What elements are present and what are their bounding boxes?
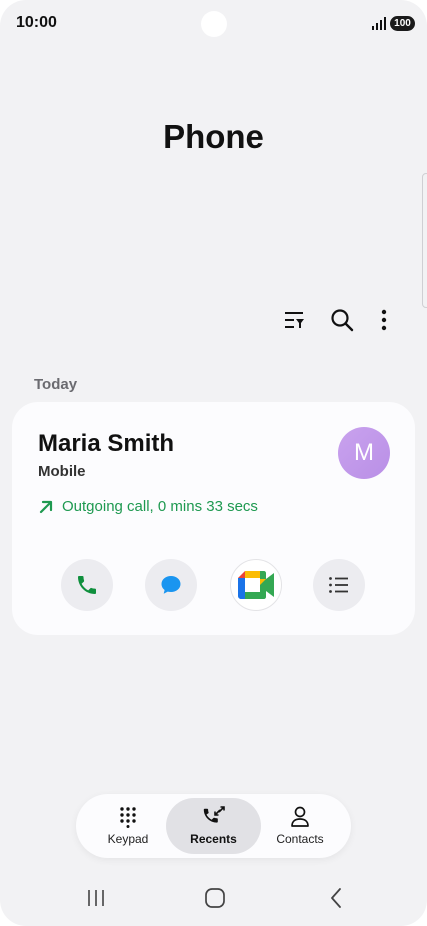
page-title: Phone: [163, 118, 264, 155]
section-header-today: Today: [34, 376, 78, 393]
message-icon: [161, 576, 181, 594]
contact-name: Maria Smith: [38, 430, 175, 457]
status-bar: 10:00 100: [0, 0, 427, 46]
call-detail-text: Outgoing call, 0 mins 33 secs: [62, 498, 258, 515]
call-details-button[interactable]: [313, 559, 365, 611]
call-button[interactable]: [61, 559, 113, 611]
recent-apps-icon: [88, 890, 104, 906]
call-detail: Outgoing call, 0 mins 33 secs: [38, 498, 258, 515]
nav-item-keypad[interactable]: Keypad: [86, 798, 170, 854]
nav-item-contacts[interactable]: Contacts: [259, 798, 341, 854]
more-vert-icon: [381, 309, 387, 331]
filter-icon: [285, 312, 304, 328]
home-button[interactable]: [195, 880, 235, 916]
filter-button[interactable]: [280, 306, 308, 334]
more-options-button[interactable]: [370, 306, 398, 334]
contact-number-type: Mobile: [38, 463, 86, 480]
video-call-button[interactable]: [230, 559, 282, 611]
avatar-initial: M: [354, 439, 374, 466]
details-list-icon: [329, 577, 348, 593]
keypad-icon: [120, 807, 136, 828]
recent-apps-button[interactable]: [76, 880, 116, 916]
nav-item-recents[interactable]: Recents: [166, 798, 261, 854]
avatar[interactable]: M: [338, 427, 390, 479]
battery-indicator: 100: [390, 16, 415, 31]
search-icon: [331, 309, 354, 332]
phone-icon: [78, 576, 96, 594]
camera-cutout: [201, 11, 227, 37]
nav-label-contacts: Contacts: [276, 832, 324, 846]
google-meet-icon: [238, 571, 274, 599]
search-button[interactable]: [328, 306, 356, 334]
signal-bars-icon: [372, 17, 386, 30]
recent-call-card[interactable]: Maria Smith Mobile M Outgoing call, 0 mi…: [12, 402, 415, 635]
back-icon: [331, 888, 341, 908]
outgoing-arrow-icon: [39, 500, 53, 513]
system-navigation-bar: [0, 880, 427, 916]
edge-panel-handle[interactable]: [422, 173, 427, 308]
recents-call-icon: [203, 806, 225, 823]
nav-label-recents: Recents: [190, 832, 237, 846]
bottom-navigation: Keypad Recents Contacts: [76, 794, 351, 858]
person-icon: [291, 806, 309, 827]
home-icon: [205, 888, 225, 908]
message-button[interactable]: [145, 559, 197, 611]
phone-app-screen: 10:00 100 Phone Today Maria Smith Mobile…: [0, 0, 427, 926]
nav-label-keypad: Keypad: [107, 832, 149, 846]
status-time: 10:00: [16, 14, 57, 31]
back-button[interactable]: [316, 880, 356, 916]
